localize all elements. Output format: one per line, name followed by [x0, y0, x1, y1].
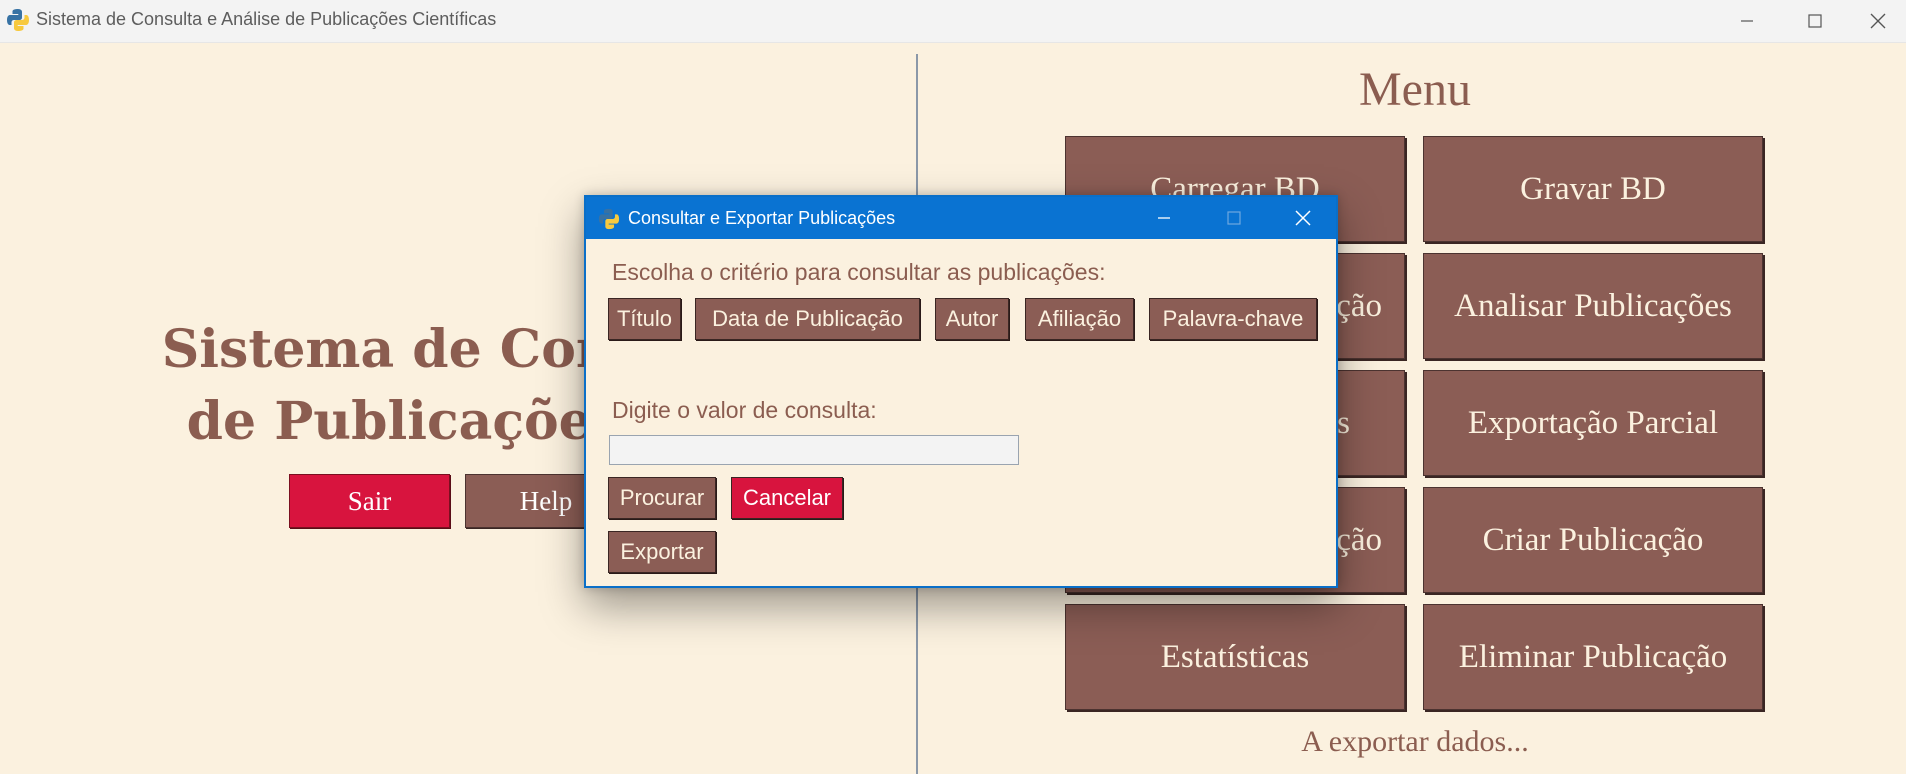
maximize-button[interactable]	[1781, 0, 1849, 42]
criterion-titulo-button[interactable]: Título	[608, 298, 681, 340]
window-titlebar: Sistema de Consulta e Análise de Publica…	[0, 0, 1906, 43]
dialog-title: Consultar e Exportar Publicações	[628, 208, 896, 228]
criterion-afiliacao-button[interactable]: Afiliação	[1025, 298, 1134, 340]
python-icon	[7, 9, 29, 31]
gravar-bd-button[interactable]: Gravar BD	[1423, 136, 1763, 242]
dialog-titlebar: Consultar e Exportar Publicações	[586, 197, 1336, 239]
consultar-exportar-dialog: Consultar e Exportar Publicações Escolha…	[584, 195, 1338, 588]
window-title: Sistema de Consulta e Análise de Publica…	[36, 9, 497, 29]
dialog-maximize-button	[1205, 197, 1263, 239]
cancelar-button[interactable]: Cancelar	[731, 477, 843, 519]
minimize-icon	[1158, 217, 1170, 219]
python-icon	[598, 208, 620, 230]
eliminar-publicacao-button[interactable]: Eliminar Publicação	[1423, 604, 1763, 710]
procurar-button[interactable]: Procurar	[608, 477, 716, 519]
sair-button[interactable]: Sair	[289, 474, 450, 528]
dialog-close-button[interactable]	[1274, 197, 1332, 239]
status-text: A exportar dados...	[1301, 725, 1529, 758]
analisar-publicacoes-button[interactable]: Analisar Publicações	[1423, 253, 1763, 359]
criterion-palavra-chave-button[interactable]: Palavra-chave	[1149, 298, 1317, 340]
criterion-autor-button[interactable]: Autor	[935, 298, 1009, 340]
maximize-icon	[1227, 211, 1241, 225]
close-icon	[1870, 13, 1886, 29]
criar-publicacao-button[interactable]: Criar Publicação	[1423, 487, 1763, 593]
close-icon	[1295, 210, 1311, 226]
close-button[interactable]	[1850, 0, 1906, 42]
exportar-button[interactable]: Exportar	[608, 531, 716, 573]
dialog-minimize-button[interactable]	[1135, 197, 1193, 239]
consulta-value-input[interactable]	[609, 435, 1019, 465]
minimize-icon	[1741, 20, 1753, 22]
exportacao-parcial-button[interactable]: Exportação Parcial	[1423, 370, 1763, 476]
menu-title: Menu	[1359, 63, 1471, 116]
minimize-button[interactable]	[1713, 0, 1781, 42]
maximize-icon	[1808, 14, 1822, 28]
estatisticas-button[interactable]: Estatísticas	[1065, 604, 1405, 710]
criterion-data-button[interactable]: Data de Publicação	[695, 298, 920, 340]
value-prompt: Digite o valor de consulta:	[612, 397, 877, 423]
criteria-prompt: Escolha o critério para consultar as pub…	[612, 259, 1106, 285]
